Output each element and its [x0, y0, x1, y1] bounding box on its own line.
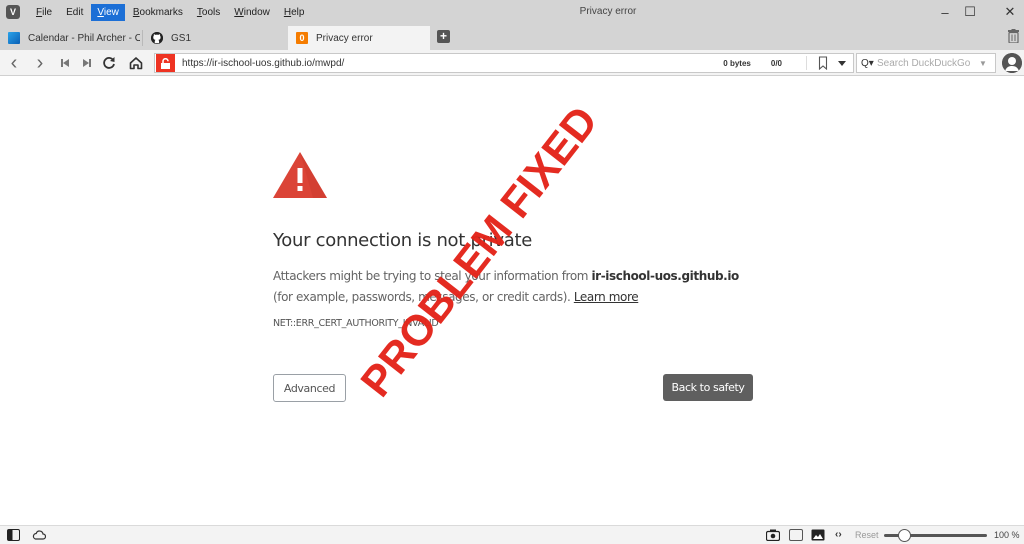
- home-icon: [129, 57, 143, 70]
- advanced-button[interactable]: Advanced: [273, 374, 346, 402]
- search-dropdown-icon[interactable]: ▼: [977, 59, 989, 68]
- fast-forward-icon: [83, 59, 91, 67]
- tile-icon[interactable]: [789, 529, 803, 541]
- vivaldi-menu-icon[interactable]: V: [6, 5, 20, 19]
- fast-forward-button[interactable]: [78, 54, 96, 72]
- duckduckgo-icon: 0: [296, 32, 308, 44]
- warning-description: Attackers might be trying to steal your …: [273, 269, 739, 304]
- close-window-button[interactable]: ✕: [987, 0, 1024, 24]
- chevron-down-icon: [838, 60, 846, 66]
- trash-icon[interactable]: [1008, 29, 1019, 43]
- url-dropdown-button[interactable]: [837, 58, 847, 68]
- problem-fixed-stamp: PROBLEM FIXED: [351, 97, 608, 406]
- github-icon: [151, 32, 163, 44]
- zoom-slider[interactable]: [884, 529, 987, 542]
- tab-calendar[interactable]: Calendar - Phil Archer - Out: [0, 26, 143, 50]
- page-content: Your connection is not private Attackers…: [0, 77, 1024, 525]
- reload-button[interactable]: [100, 54, 118, 72]
- zoom-reset-button[interactable]: Reset: [855, 530, 879, 540]
- rewind-icon: [61, 59, 69, 67]
- home-button[interactable]: [127, 54, 145, 72]
- tab-label: GS1: [171, 32, 192, 44]
- image-toggle-icon[interactable]: [811, 529, 825, 541]
- url-text[interactable]: https://ir-ischool-uos.github.io/mwpd/: [182, 58, 707, 69]
- menu-view[interactable]: View: [91, 3, 125, 21]
- tab-gs1[interactable]: GS1: [143, 26, 288, 50]
- profile-avatar[interactable]: [1002, 53, 1022, 73]
- navigation-bar: ‹ › https://ir-ischool-uos.github.io/mwp…: [0, 50, 1024, 76]
- panel-toggle-icon[interactable]: [7, 529, 20, 541]
- host-name: ir-ischool-uos.github.io: [591, 269, 739, 283]
- outlook-calendar-icon: [8, 32, 20, 44]
- search-input[interactable]: [877, 57, 977, 69]
- tab-label: Privacy error: [316, 32, 373, 44]
- back-button[interactable]: ‹: [5, 52, 23, 74]
- zoom-slider-thumb[interactable]: [898, 529, 911, 542]
- zoom-level: 100 %: [994, 530, 1020, 540]
- page-actions-icon[interactable]: ‹›: [835, 529, 842, 541]
- forward-button[interactable]: ›: [31, 52, 49, 74]
- content-blocker-count: 0/0: [770, 58, 782, 68]
- menu-file[interactable]: File: [30, 4, 58, 21]
- learn-more-link[interactable]: Learn more: [574, 290, 639, 304]
- menu-edit[interactable]: Edit: [60, 4, 89, 21]
- menu-bar: File Edit View Bookmarks Tools Window He…: [30, 0, 312, 24]
- page-size: 0 bytes: [723, 58, 751, 68]
- search-engine-icon[interactable]: Q▾: [861, 58, 877, 69]
- bookmark-icon[interactable]: [817, 56, 829, 70]
- insecure-lock-icon[interactable]: [156, 54, 175, 72]
- new-tab-button[interactable]: +: [437, 30, 450, 43]
- reload-icon: [103, 57, 115, 69]
- window-title: Privacy error: [579, 6, 637, 17]
- menu-window[interactable]: Window: [228, 4, 276, 21]
- divider: [806, 56, 807, 70]
- status-bar: ‹› Reset 100 %: [0, 525, 1024, 544]
- search-bar[interactable]: Q▾ ▼: [856, 53, 996, 73]
- capture-icon[interactable]: [766, 529, 780, 541]
- warning-icon: [273, 152, 327, 198]
- menu-help[interactable]: Help: [278, 4, 311, 21]
- rewind-button[interactable]: [56, 54, 74, 72]
- sync-cloud-icon[interactable]: [32, 529, 46, 541]
- address-bar[interactable]: https://ir-ischool-uos.github.io/mwpd/ 0…: [154, 53, 854, 73]
- tab-label: Calendar - Phil Archer - Out: [28, 32, 140, 44]
- back-to-safety-button[interactable]: Back to safety: [663, 374, 753, 401]
- menu-bookmarks[interactable]: Bookmarks: [127, 4, 189, 21]
- tab-bar: Calendar - Phil Archer - Out GS1 0 Priva…: [0, 24, 1024, 50]
- tab-privacy-error[interactable]: 0 Privacy error: [288, 26, 430, 50]
- title-bar: V File Edit View Bookmarks Tools Window …: [0, 0, 1024, 24]
- menu-tools[interactable]: Tools: [191, 4, 226, 21]
